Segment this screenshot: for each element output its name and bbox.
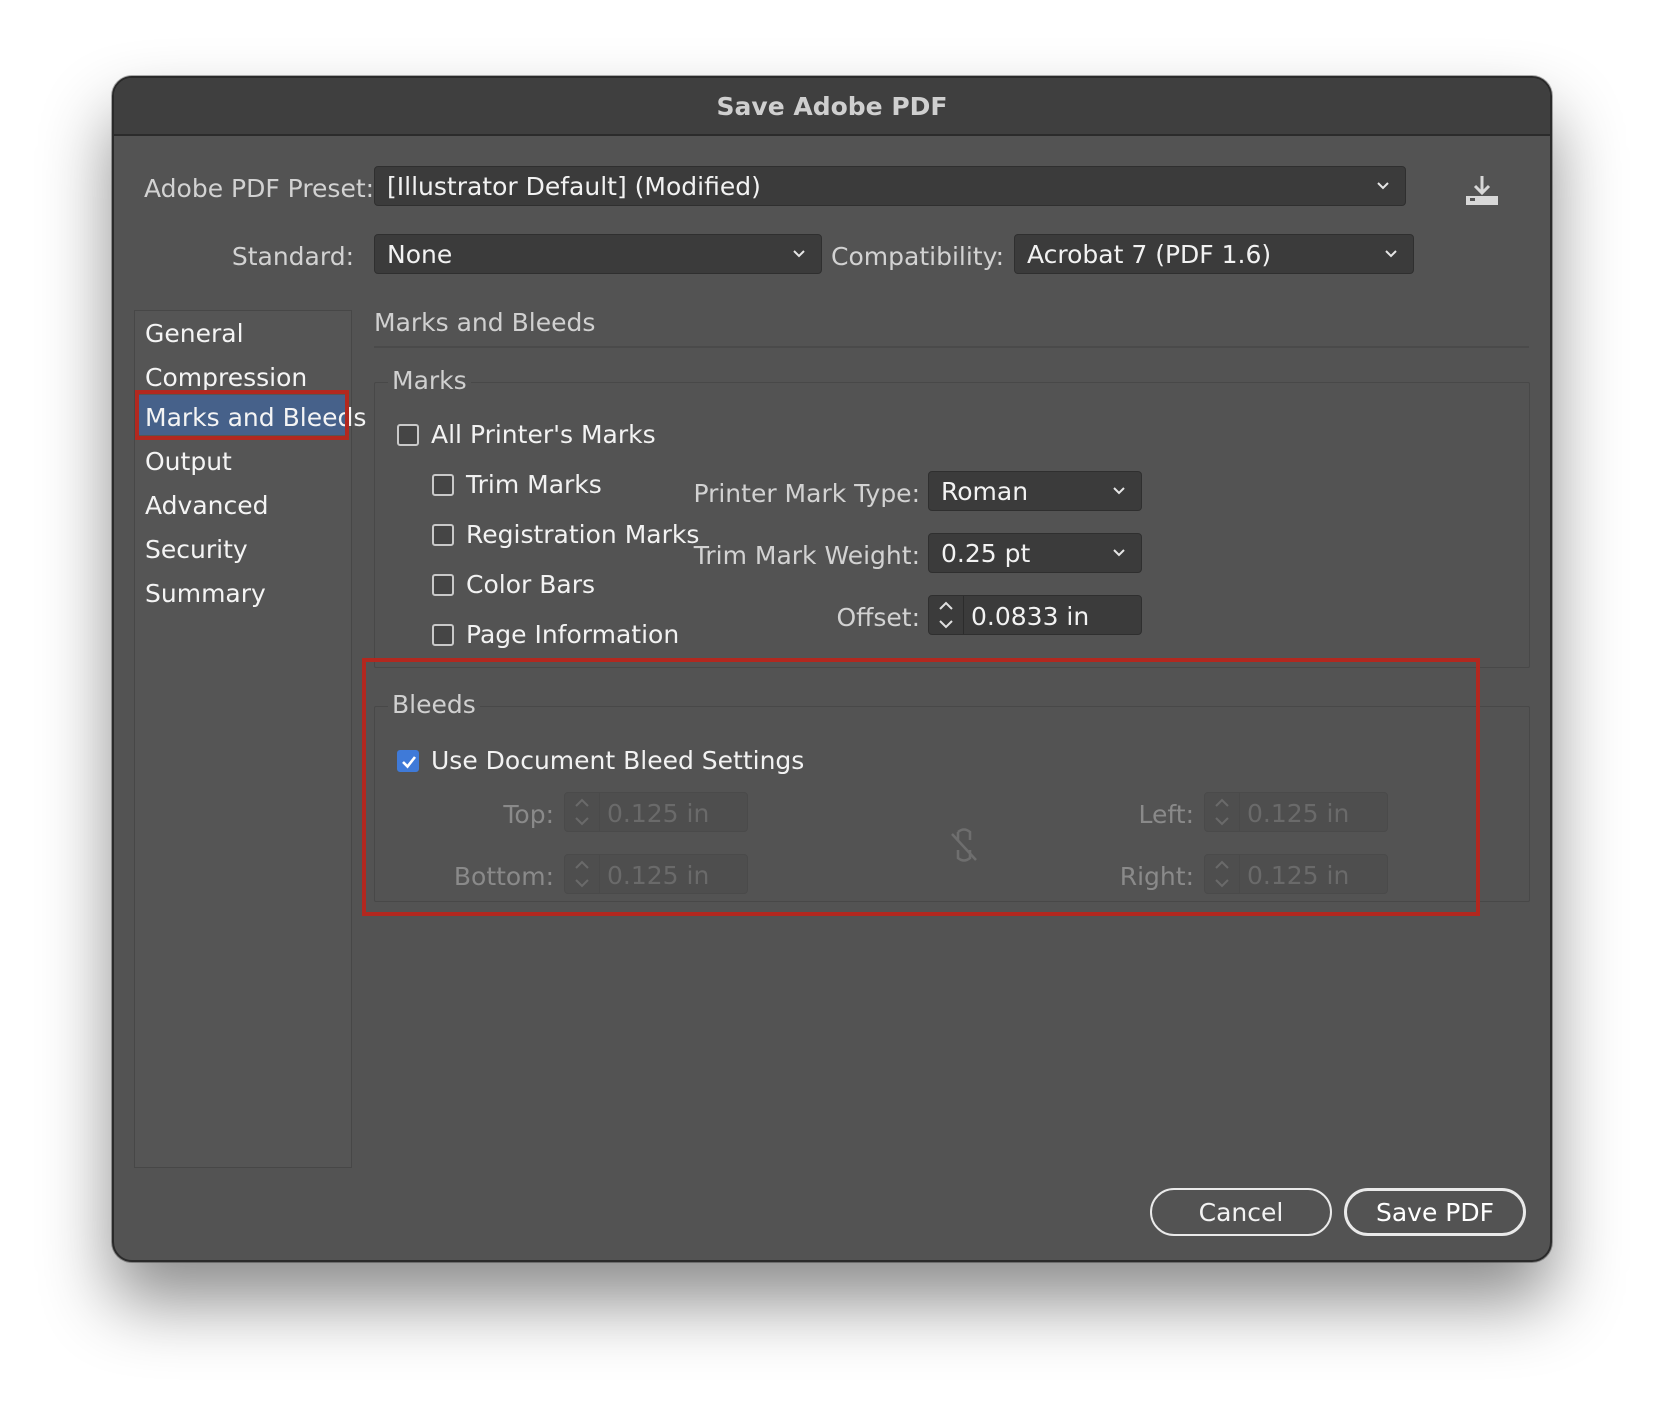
preset-label: Adobe PDF Preset: (144, 174, 375, 203)
trim-marks-label: Trim Marks (466, 470, 602, 499)
save-pdf-button[interactable]: Save PDF (1344, 1188, 1526, 1236)
chevron-down-icon (1385, 250, 1397, 258)
sidebar-item-general[interactable]: General (145, 319, 244, 348)
printer-mark-type-select[interactable]: Roman (928, 471, 1142, 511)
offset-value: 0.0833 in (971, 602, 1090, 631)
download-icon[interactable] (1464, 174, 1500, 208)
offset-stepper[interactable]: 0.0833 in (928, 595, 1142, 635)
stepper-arrows-icon[interactable] (929, 596, 964, 634)
standard-label: Standard: (231, 242, 354, 271)
registration-marks-checkbox[interactable] (432, 524, 454, 546)
sidebar-item-compression[interactable]: Compression (145, 363, 307, 392)
compatibility-label: Compatibility: (831, 242, 1004, 271)
sidebar-item-output[interactable]: Output (145, 447, 232, 476)
window-title: Save Adobe PDF (114, 78, 1550, 136)
chevron-down-icon (1113, 487, 1125, 495)
all-printers-marks-checkbox[interactable] (397, 424, 419, 446)
page-information-checkbox[interactable] (432, 624, 454, 646)
chevron-down-icon (1113, 549, 1125, 557)
printer-mark-type-value: Roman (941, 476, 1029, 506)
preset-value: [Illustrator Default] (Modified) (387, 171, 761, 201)
sidebar: General Compression Marks and Bleeds Out… (134, 310, 366, 1168)
color-bars-label: Color Bars (466, 570, 595, 599)
trim-mark-weight-value: 0.25 pt (941, 538, 1031, 568)
cancel-button[interactable]: Cancel (1150, 1188, 1332, 1236)
color-bars-checkbox[interactable] (432, 574, 454, 596)
sidebar-item-advanced[interactable]: Advanced (145, 491, 269, 520)
printer-mark-type-label: Printer Mark Type: (693, 479, 920, 508)
marks-group-title: Marks (388, 366, 471, 395)
standard-select[interactable]: None (374, 234, 822, 274)
save-adobe-pdf-dialog: Save Adobe PDF Adobe PDF Preset: [Illust… (112, 76, 1552, 1262)
bleeds-highlight (362, 658, 1480, 916)
preset-select[interactable]: [Illustrator Default] (Modified) (374, 166, 1406, 206)
compatibility-value: Acrobat 7 (PDF 1.6) (1027, 239, 1272, 269)
sidebar-item-security[interactable]: Security (145, 535, 248, 564)
selected-item-highlight (135, 390, 349, 440)
trim-marks-checkbox[interactable] (432, 474, 454, 496)
section-title: Marks and Bleeds (374, 308, 596, 337)
compatibility-select[interactable]: Acrobat 7 (PDF 1.6) (1014, 234, 1414, 274)
trim-mark-weight-select[interactable]: 0.25 pt (928, 533, 1142, 573)
sidebar-item-summary[interactable]: Summary (145, 579, 266, 608)
page-information-label: Page Information (466, 620, 680, 649)
all-printers-marks-label: All Printer's Marks (431, 420, 656, 449)
standard-value: None (387, 239, 453, 269)
offset-label: Offset: (836, 603, 920, 632)
section-divider (374, 346, 1529, 348)
chevron-down-icon (793, 250, 805, 258)
trim-mark-weight-label: Trim Mark Weight: (693, 541, 920, 570)
chevron-down-icon (1377, 182, 1389, 190)
